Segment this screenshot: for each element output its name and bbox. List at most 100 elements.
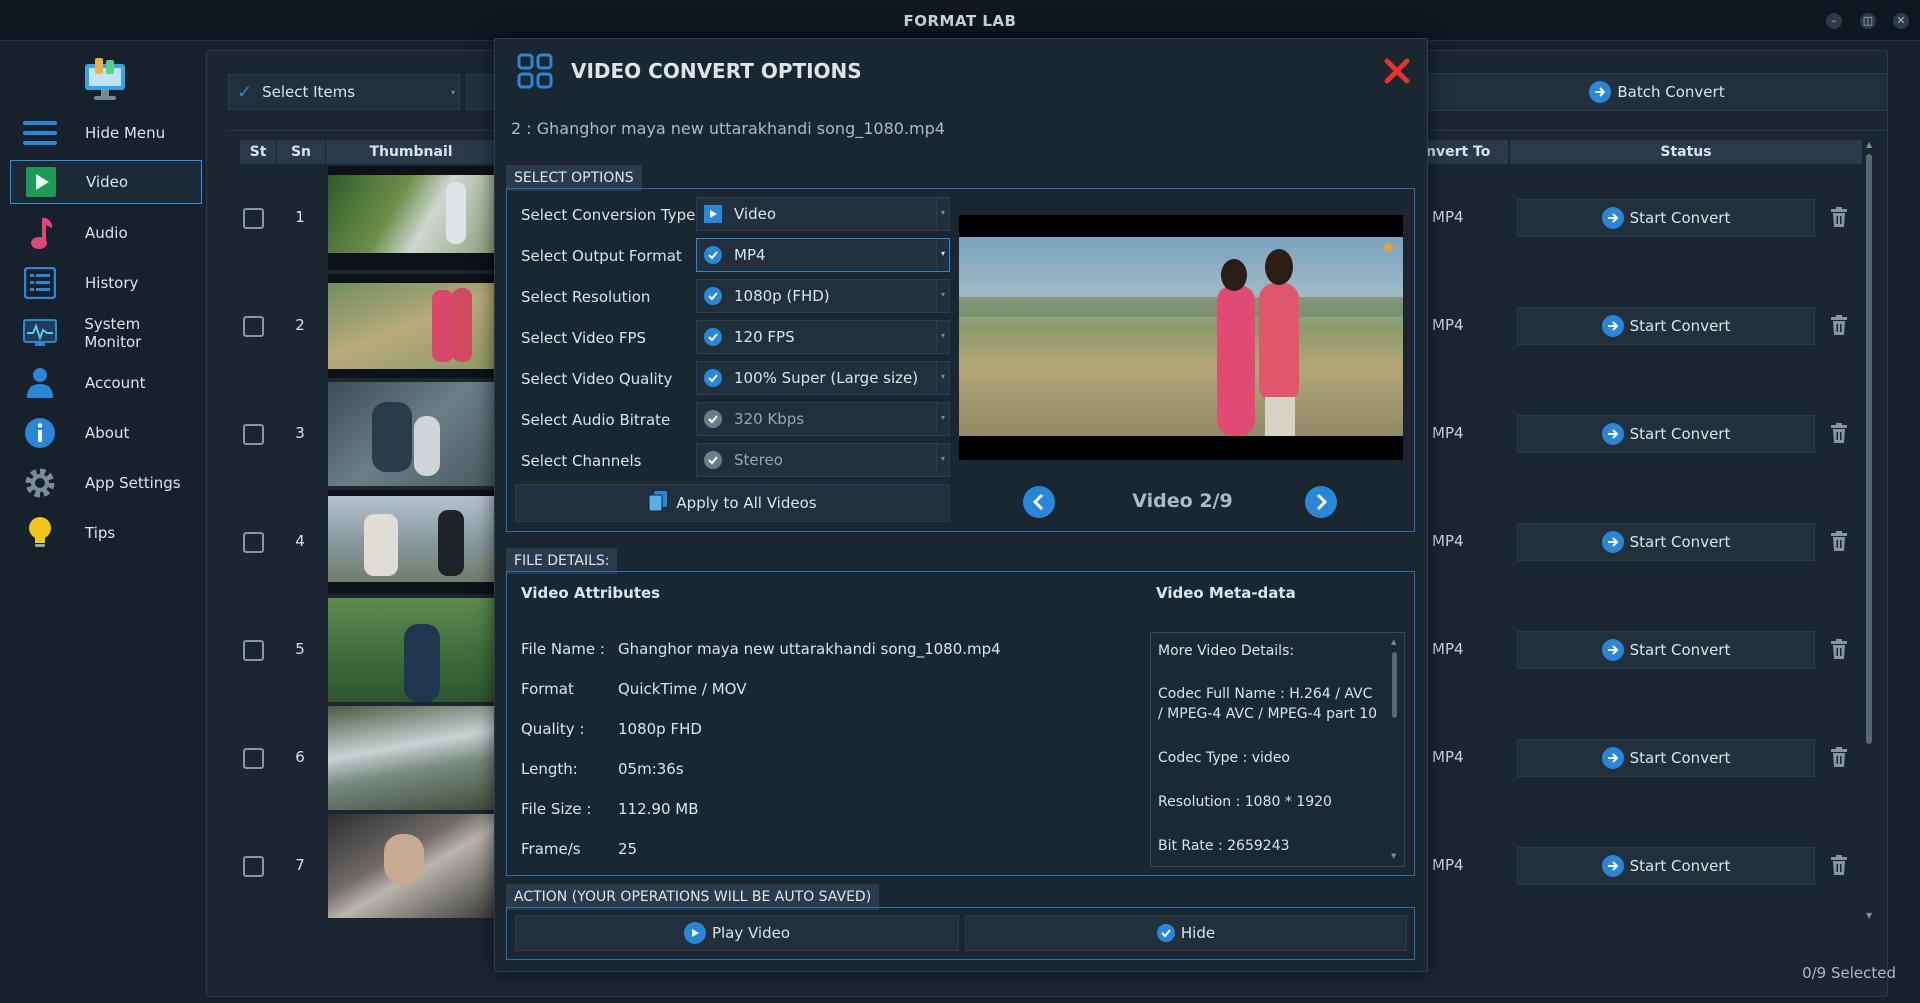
- row-checkbox[interactable]: [243, 316, 264, 337]
- start-convert-label: Start Convert: [1629, 749, 1731, 767]
- trash-icon[interactable]: [1830, 531, 1848, 551]
- metadata-scrollbar[interactable]: ▲ ▼: [1390, 638, 1400, 860]
- chevron-down-icon: ▾: [936, 239, 949, 269]
- row-format: MP4: [1432, 856, 1464, 874]
- arrow-right-circle-icon: [1601, 747, 1624, 769]
- attr-file-name-value: Ghanghor maya new uttarakhandi song_1080…: [618, 640, 1001, 658]
- apply-to-all-button[interactable]: Apply to All Videos: [515, 484, 950, 522]
- sidebar-item-hide-menu[interactable]: Hide Menu: [10, 111, 200, 155]
- sidebar-item-video[interactable]: Video: [10, 160, 202, 204]
- sidebar-item-tips[interactable]: Tips: [10, 511, 200, 555]
- resolution-select[interactable]: 1080p (FHD) ▾: [696, 279, 950, 313]
- col-header-sn: Sn: [277, 140, 326, 164]
- video-thumbnail: [328, 706, 494, 810]
- arrow-right-circle-icon: [1601, 855, 1624, 877]
- sidebar-item-account[interactable]: Account: [10, 361, 200, 405]
- trash-icon[interactable]: [1830, 207, 1848, 227]
- row-format: MP4: [1432, 532, 1464, 550]
- window-close-button[interactable]: ✕: [1893, 13, 1909, 29]
- channels-select[interactable]: Stereo ▾: [696, 443, 950, 477]
- watermark-icon: [1384, 243, 1393, 252]
- video-fps-select[interactable]: 120 FPS ▾: [696, 320, 950, 354]
- trash-icon[interactable]: [1830, 423, 1848, 443]
- conversion-type-value: Video: [734, 205, 777, 223]
- batch-convert-button[interactable]: Batch Convert: [1426, 73, 1888, 111]
- arrow-right-circle-icon: [1589, 81, 1612, 103]
- conversion-type-select[interactable]: Video ▾: [696, 197, 950, 231]
- sidebar-item-label: History: [85, 274, 139, 292]
- video-preview[interactable]: [959, 215, 1403, 460]
- video-quality-select[interactable]: 100% Super (Large size) ▾: [696, 361, 950, 395]
- video-thumbnail: [328, 598, 494, 702]
- row-checkbox[interactable]: [243, 748, 264, 769]
- attr-frames-value: 25: [618, 840, 638, 858]
- start-convert-button[interactable]: Start Convert: [1517, 199, 1815, 237]
- attr-format-value: QuickTime / MOV: [618, 680, 747, 698]
- row-checkbox[interactable]: [243, 532, 264, 553]
- col-header-st: St: [240, 140, 277, 164]
- video-fps-label: Select Video FPS: [521, 329, 647, 347]
- next-video-button[interactable]: [1305, 486, 1337, 518]
- channels-value: Stereo: [734, 451, 783, 469]
- start-convert-button[interactable]: Start Convert: [1517, 847, 1815, 885]
- file-label: 2 : Ghanghor maya new uttarakhandi song_…: [511, 119, 945, 138]
- start-convert-button[interactable]: Start Convert: [1517, 415, 1815, 453]
- table-scrollbar[interactable]: ▲ ▼: [1864, 140, 1874, 920]
- chevron-down-icon: ▾: [450, 87, 455, 97]
- audio-bitrate-select[interactable]: 320 Kbps ▾: [696, 402, 950, 436]
- check-circle-icon: [704, 246, 722, 264]
- row-checkbox[interactable]: [243, 208, 264, 229]
- music-note-icon: [20, 213, 60, 253]
- app-title: FORMAT LAB: [903, 12, 1017, 30]
- monitor-pulse-icon: [20, 313, 59, 353]
- row-sn: 5: [295, 640, 305, 658]
- play-video-button[interactable]: Play Video: [515, 915, 959, 951]
- trash-icon[interactable]: [1830, 855, 1848, 875]
- trash-icon[interactable]: [1830, 747, 1848, 767]
- row-format: MP4: [1432, 640, 1464, 658]
- output-format-select[interactable]: MP4 ▾: [696, 238, 950, 272]
- previous-video-button[interactable]: [1023, 486, 1055, 518]
- output-format-label: Select Output Format: [521, 247, 682, 265]
- video-attributes-heading: Video Attributes: [521, 584, 661, 602]
- sidebar-item-about[interactable]: About: [10, 411, 200, 455]
- sidebar-item-app-settings[interactable]: App Settings: [10, 461, 200, 505]
- hide-button[interactable]: Hide: [965, 915, 1407, 951]
- video-quality-value: 100% Super (Large size): [734, 369, 919, 387]
- metadata-codec-type: Codec Type : video: [1158, 750, 1291, 766]
- sidebar-item-label: App Settings: [85, 474, 181, 492]
- start-convert-label: Start Convert: [1629, 641, 1731, 659]
- conversion-type-label: Select Conversion Type: [521, 206, 696, 224]
- attr-file-size-label: File Size :: [521, 800, 592, 818]
- trash-icon[interactable]: [1830, 315, 1848, 335]
- resolution-label: Select Resolution: [521, 288, 651, 306]
- metadata-resolution: Resolution : 1080 * 1920: [1158, 794, 1332, 810]
- audio-bitrate-value: 320 Kbps: [734, 410, 805, 428]
- maximize-button[interactable]: ◫: [1860, 13, 1876, 29]
- batch-convert-label: Batch Convert: [1617, 83, 1725, 101]
- chevron-down-icon: ▾: [936, 362, 949, 392]
- start-convert-button[interactable]: Start Convert: [1517, 523, 1815, 561]
- check-circle-icon: [1156, 924, 1175, 942]
- start-convert-label: Start Convert: [1629, 317, 1731, 335]
- row-checkbox[interactable]: [243, 856, 264, 877]
- row-checkbox[interactable]: [243, 424, 264, 445]
- row-checkbox[interactable]: [243, 640, 264, 661]
- video-type-icon: [704, 205, 722, 223]
- check-circle-icon: [704, 369, 722, 387]
- start-convert-label: Start Convert: [1629, 857, 1731, 875]
- minimize-button[interactable]: –: [1826, 13, 1842, 29]
- sidebar-item-system-monitor[interactable]: System Monitor: [10, 311, 200, 355]
- play-circle-icon: [683, 922, 706, 944]
- sidebar-item-audio[interactable]: Audio: [10, 211, 200, 255]
- start-convert-button[interactable]: Start Convert: [1517, 307, 1815, 345]
- video-thumbnail: [328, 166, 494, 270]
- close-icon[interactable]: [1384, 58, 1410, 84]
- start-convert-button[interactable]: Start Convert: [1517, 631, 1815, 669]
- trash-icon[interactable]: [1830, 639, 1848, 659]
- sidebar-item-history[interactable]: History: [10, 261, 200, 305]
- video-thumbnail: [328, 490, 494, 594]
- start-convert-button[interactable]: Start Convert: [1517, 739, 1815, 777]
- check-circle-icon: [704, 451, 722, 469]
- select-items-dropdown[interactable]: ✓ Select Items ▾: [228, 74, 460, 110]
